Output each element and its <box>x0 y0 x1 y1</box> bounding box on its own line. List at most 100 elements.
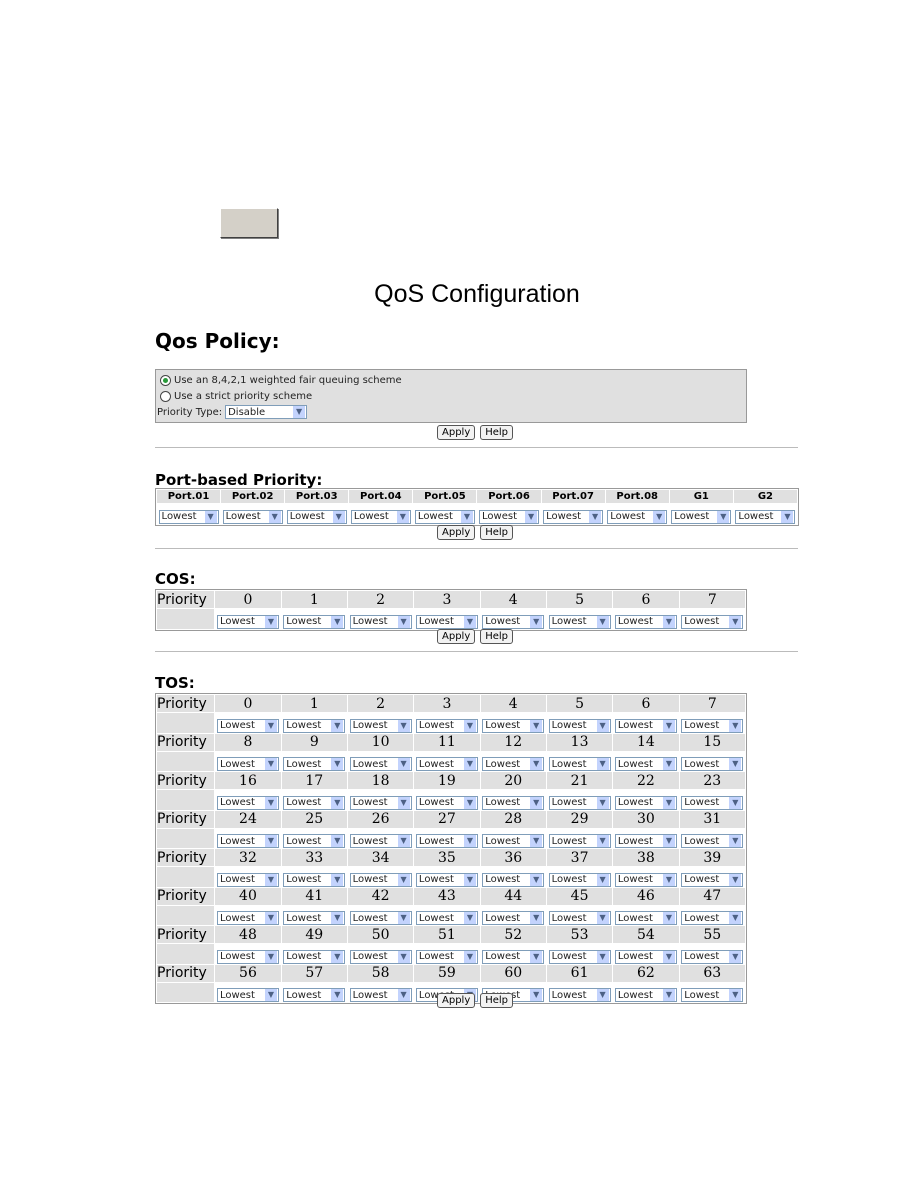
priority-select[interactable]: Lowest ▼ <box>735 509 796 524</box>
policy-apply-button[interactable]: Apply <box>437 425 476 440</box>
priority-select[interactable]: Lowest ▼ <box>681 949 744 964</box>
priority-select[interactable]: Lowest ▼ <box>548 718 611 733</box>
priority-select[interactable]: Lowest ▼ <box>681 988 744 1002</box>
priority-select[interactable]: Lowest ▼ <box>548 949 611 964</box>
priority-select[interactable]: Lowest ▼ <box>482 757 545 771</box>
priority-select[interactable]: Lowest ▼ <box>216 911 279 925</box>
priority-select[interactable]: Lowest ▼ <box>349 872 412 887</box>
priority-type-select[interactable]: Disable ▼ <box>225 405 308 419</box>
priority-select[interactable]: Lowest ▼ <box>482 949 545 964</box>
priority-select[interactable]: Lowest ▼ <box>349 834 412 848</box>
priority-select[interactable]: Lowest ▼ <box>482 834 545 848</box>
tos-apply-button[interactable]: Apply <box>437 993 476 1008</box>
priority-select[interactable]: Lowest ▼ <box>548 872 611 887</box>
blank-button[interactable] <box>220 208 278 238</box>
priority-select[interactable]: Lowest ▼ <box>671 509 732 524</box>
priority-select[interactable]: Lowest ▼ <box>216 795 279 810</box>
priority-select[interactable]: Lowest ▼ <box>548 834 611 848</box>
priority-select[interactable]: Lowest ▼ <box>482 614 545 629</box>
priority-select[interactable]: Lowest ▼ <box>415 614 478 629</box>
wfq-radio[interactable] <box>160 374 171 386</box>
priority-select[interactable]: Lowest ▼ <box>350 509 411 524</box>
priority-select[interactable]: Lowest ▼ <box>349 988 412 1002</box>
priority-select[interactable]: Lowest ▼ <box>614 949 677 964</box>
priority-select[interactable]: Lowest ▼ <box>283 911 346 925</box>
priority-select[interactable]: Lowest ▼ <box>415 718 478 733</box>
priority-select[interactable]: Lowest ▼ <box>681 911 744 925</box>
priority-select[interactable]: Lowest ▼ <box>415 795 478 810</box>
priority-select[interactable]: Lowest ▼ <box>349 911 412 925</box>
priority-select[interactable]: Lowest ▼ <box>482 872 545 887</box>
priority-select[interactable]: Lowest ▼ <box>548 757 611 771</box>
priority-select[interactable]: Lowest ▼ <box>614 718 677 733</box>
priority-select[interactable]: Lowest ▼ <box>479 509 540 524</box>
priority-select[interactable]: Lowest ▼ <box>415 949 478 964</box>
priority-select[interactable]: Lowest ▼ <box>614 872 677 887</box>
priority-select[interactable]: Lowest ▼ <box>283 872 346 887</box>
priority-select[interactable]: Lowest ▼ <box>216 988 279 1002</box>
priority-select[interactable]: Lowest ▼ <box>607 509 668 524</box>
priority-select[interactable]: Lowest ▼ <box>681 718 744 733</box>
priority-select[interactable]: Lowest ▼ <box>614 834 677 848</box>
level-cell: Lowest ▼ <box>613 905 679 925</box>
tos-help-button[interactable]: Help <box>480 993 514 1008</box>
chevron-down-icon: ▼ <box>662 615 675 628</box>
priority-select[interactable]: Lowest ▼ <box>415 911 478 925</box>
priority-select[interactable]: Lowest ▼ <box>482 911 545 925</box>
priority-select[interactable]: Lowest ▼ <box>414 509 475 524</box>
priority-select[interactable]: Lowest ▼ <box>415 872 478 887</box>
priority-select[interactable]: Lowest ▼ <box>614 911 677 925</box>
priority-select[interactable]: Lowest ▼ <box>681 757 744 771</box>
priority-select[interactable]: Lowest ▼ <box>283 988 346 1002</box>
chevron-down-icon: ▼ <box>589 510 602 523</box>
priority-select[interactable]: Lowest ▼ <box>614 614 677 629</box>
priority-select[interactable]: Lowest ▼ <box>548 911 611 925</box>
priority-select[interactable]: Lowest ▼ <box>349 949 412 964</box>
priority-select[interactable]: Lowest ▼ <box>548 795 611 810</box>
priority-select[interactable]: Lowest ▼ <box>548 614 611 629</box>
cos-help-button[interactable]: Help <box>480 629 514 644</box>
strict-radio[interactable] <box>160 390 171 402</box>
priority-select[interactable]: Lowest ▼ <box>482 718 545 733</box>
priority-select[interactable]: Lowest ▼ <box>349 718 412 733</box>
priority-select[interactable]: Lowest ▼ <box>681 795 744 810</box>
priority-select[interactable]: Lowest ▼ <box>158 509 219 524</box>
priority-select[interactable]: Lowest ▼ <box>548 988 611 1002</box>
priority-select[interactable]: Lowest ▼ <box>415 757 478 771</box>
priority-select[interactable]: Lowest ▼ <box>216 718 279 733</box>
chevron-down-icon: ▼ <box>264 950 277 963</box>
port-apply-button[interactable]: Apply <box>437 525 476 540</box>
priority-select[interactable]: Lowest ▼ <box>681 614 744 629</box>
priority-select[interactable]: Lowest ▼ <box>543 509 604 524</box>
priority-select[interactable]: Lowest ▼ <box>216 834 279 848</box>
priority-select[interactable]: Lowest ▼ <box>349 614 412 629</box>
level-cell: Lowest ▼ <box>480 751 546 771</box>
priority-select[interactable]: Lowest ▼ <box>216 949 279 964</box>
level-cell: Lowest ▼ <box>414 905 480 925</box>
priority-select[interactable]: Lowest ▼ <box>415 834 478 848</box>
priority-select[interactable]: Lowest ▼ <box>283 614 346 629</box>
priority-select[interactable]: Lowest ▼ <box>614 757 677 771</box>
priority-select[interactable]: Lowest ▼ <box>283 718 346 733</box>
priority-select[interactable]: Lowest ▼ <box>614 988 677 1002</box>
chevron-down-icon: ▼ <box>596 912 609 924</box>
priority-select[interactable]: Lowest ▼ <box>222 509 283 524</box>
priority-select[interactable]: Lowest ▼ <box>681 834 744 848</box>
priority-select[interactable]: Lowest ▼ <box>482 795 545 810</box>
priority-select[interactable]: Lowest ▼ <box>283 795 346 810</box>
priority-select[interactable]: Lowest ▼ <box>216 614 279 629</box>
priority-select[interactable]: Lowest ▼ <box>283 757 346 771</box>
priority-select[interactable]: Lowest ▼ <box>286 509 347 524</box>
priority-select[interactable]: Lowest ▼ <box>349 757 412 771</box>
priority-select[interactable]: Lowest ▼ <box>283 949 346 964</box>
priority-select[interactable]: Lowest ▼ <box>681 872 744 887</box>
priority-select[interactable]: Lowest ▼ <box>349 795 412 810</box>
cos-apply-button[interactable]: Apply <box>437 629 476 644</box>
port-help-button[interactable]: Help <box>480 525 514 540</box>
priority-select[interactable]: Lowest ▼ <box>216 872 279 887</box>
priority-select[interactable]: Lowest ▼ <box>283 834 346 848</box>
policy-help-button[interactable]: Help <box>480 425 514 440</box>
priority-select[interactable]: Lowest ▼ <box>614 795 677 810</box>
priority-select-value: Lowest <box>219 797 255 808</box>
priority-select[interactable]: Lowest ▼ <box>216 757 279 771</box>
